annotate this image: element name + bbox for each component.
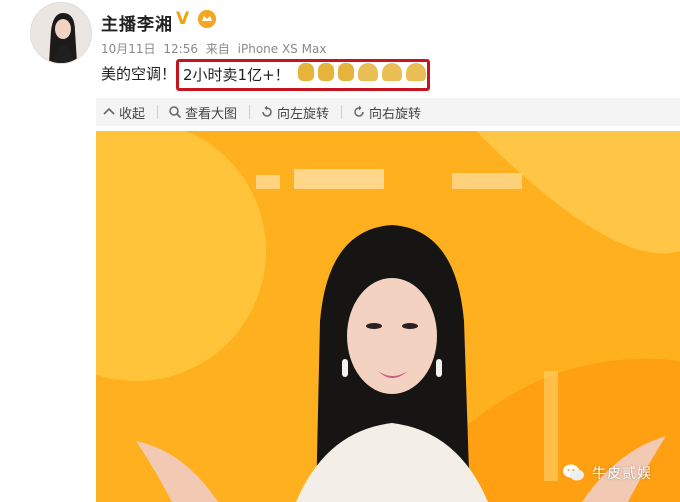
post-source-prefix: 来自 — [205, 42, 230, 56]
emoji-row — [298, 63, 426, 81]
avatar-photo — [31, 3, 91, 63]
toolbar-divider — [157, 105, 159, 119]
toolbar-divider — [341, 105, 343, 119]
rotate-left-label: 向左旋转 — [277, 106, 330, 122]
avatar[interactable] — [30, 2, 92, 64]
collapse-button[interactable]: 收起 — [102, 103, 145, 122]
watermark: 牛皮贰娱 — [562, 463, 652, 483]
view-large-button[interactable]: 查看大图 — [168, 103, 237, 122]
post-device[interactable]: iPhone XS Max — [238, 42, 327, 56]
verified-icon: V — [176, 9, 190, 29]
view-large-label: 查看大图 — [185, 106, 238, 122]
post-date[interactable]: 10月11日 — [101, 42, 156, 56]
toolbar-divider — [249, 105, 251, 119]
victory-hand-icon — [298, 63, 314, 81]
rotate-right-button[interactable]: 向右旋转 — [352, 103, 421, 122]
magnifier-icon — [169, 106, 182, 119]
post-image-graphic — [96, 131, 680, 502]
post-text: 美的空调！ — [101, 65, 177, 83]
victory-hand-icon — [318, 63, 334, 81]
post-time[interactable]: 12:56 — [163, 42, 198, 56]
rotate-right-icon — [354, 105, 364, 117]
victory-hand-icon — [338, 63, 354, 81]
clapping-hands-icon — [382, 63, 402, 81]
post-image[interactable] — [96, 131, 680, 502]
highlight-text: 2小时卖1亿+！ — [183, 66, 290, 84]
collapse-icon — [103, 107, 115, 115]
watermark-text: 牛皮贰娱 — [592, 466, 652, 482]
clapping-hands-icon — [358, 63, 378, 81]
collapse-label: 收起 — [119, 106, 146, 122]
rotate-left-icon — [262, 105, 272, 117]
clapping-hands-icon — [406, 63, 426, 81]
post-meta: 10月11日 12:56 来自 iPhone XS Max — [101, 40, 330, 57]
rotate-left-button[interactable]: 向左旋转 — [260, 103, 329, 122]
rotate-right-label: 向右旋转 — [369, 106, 422, 122]
image-toolbar: 收起 查看大图 向左旋转 向右旋转 — [96, 98, 680, 126]
vip-badge-icon — [198, 10, 216, 28]
user-name[interactable]: 主播李湘 — [101, 10, 173, 35]
wechat-icon — [563, 464, 584, 481]
